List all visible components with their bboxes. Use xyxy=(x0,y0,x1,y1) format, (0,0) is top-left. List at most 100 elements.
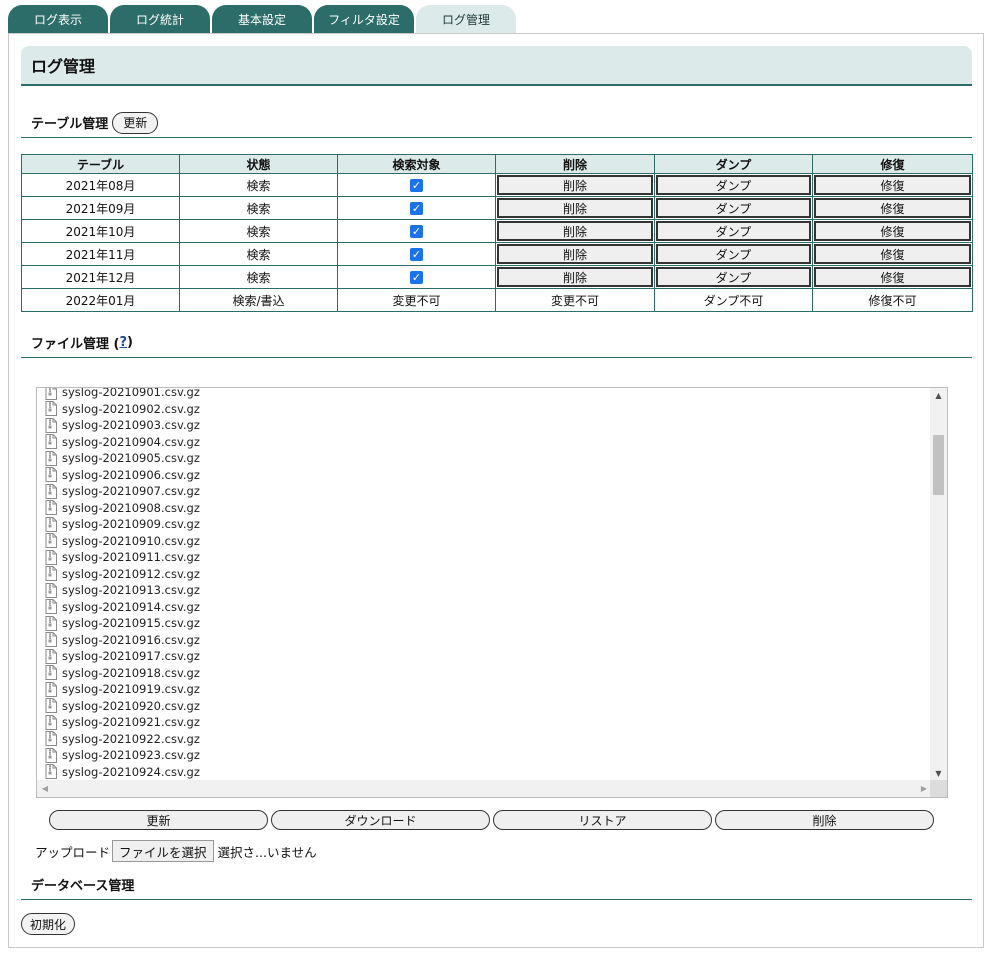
choose-file-button[interactable]: ファイルを選択 xyxy=(112,840,214,862)
file-name: syslog-20210901.csv.gz xyxy=(62,387,200,400)
initialize-button[interactable]: 初期化 xyxy=(21,913,76,935)
search-target-checkbox[interactable]: ✓ xyxy=(410,271,423,284)
file-name: syslog-20210912.csv.gz xyxy=(62,566,200,581)
status-cell: 検索 xyxy=(179,196,338,220)
file-item[interactable]: syslog-20210918.csv.gz xyxy=(37,665,930,682)
file-item[interactable]: syslog-20210909.csv.gz xyxy=(37,516,930,533)
tab-basic-settings[interactable]: 基本設定 xyxy=(212,5,312,33)
file-item[interactable]: syslog-20210913.csv.gz xyxy=(37,582,930,599)
file-management-header: ファイル管理 (?) xyxy=(21,328,972,358)
file-item[interactable]: syslog-20210905.csv.gz xyxy=(37,450,930,467)
column-header-table: テーブル xyxy=(21,154,180,174)
download-button[interactable]: ダウンロード xyxy=(271,810,490,830)
file-item[interactable]: syslog-20210915.csv.gz xyxy=(37,615,930,632)
search-target-checkbox[interactable]: ✓ xyxy=(410,225,423,238)
tab-log-management[interactable]: ログ管理 xyxy=(416,5,516,33)
file-item[interactable]: syslog-20210904.csv.gz xyxy=(37,434,930,451)
file-name: syslog-20210919.csv.gz xyxy=(62,682,200,697)
file-name: syslog-20210903.csv.gz xyxy=(62,418,200,433)
delete-table-button[interactable]: 削除 xyxy=(497,244,653,264)
tab-filter-settings[interactable]: フィルタ設定 xyxy=(314,5,414,33)
dump-table-button[interactable]: ダンプ xyxy=(656,175,811,195)
archive-file-icon xyxy=(45,599,57,615)
file-item[interactable]: syslog-20210922.csv.gz xyxy=(37,731,930,748)
file-item[interactable]: syslog-20210919.csv.gz xyxy=(37,681,930,698)
dump-table-button[interactable]: ダンプ xyxy=(656,198,811,218)
scrollbar-thumb[interactable] xyxy=(933,435,944,495)
vertical-scrollbar[interactable]: ▲ ▼ xyxy=(930,388,947,782)
repair-table-button[interactable]: 修復 xyxy=(814,175,971,195)
table-row: 2021年11月 検索 ✓ 削除 ダンプ 修復 xyxy=(21,242,973,266)
table-refresh-button[interactable]: 更新 xyxy=(112,111,159,134)
database-management-header: データベース管理 xyxy=(21,870,972,900)
help-link[interactable]: ? xyxy=(119,335,127,350)
file-item[interactable]: syslog-20210902.csv.gz xyxy=(37,401,930,418)
file-name: syslog-20210907.csv.gz xyxy=(62,484,200,499)
table-management-header: テーブル管理 更新 xyxy=(21,108,972,138)
horizontal-scrollbar[interactable]: ◀ ▶ xyxy=(37,780,932,797)
dump-table-button[interactable]: ダンプ xyxy=(656,221,811,241)
file-name: syslog-20210910.csv.gz xyxy=(62,533,200,548)
repair-table-button[interactable]: 修復 xyxy=(814,267,971,287)
file-name: syslog-20210915.csv.gz xyxy=(62,616,200,631)
tab-log-stats[interactable]: ログ統計 xyxy=(110,5,210,33)
file-name: syslog-20210924.csv.gz xyxy=(62,764,200,779)
repair-cell: 修復不可 xyxy=(812,288,973,312)
file-item[interactable]: syslog-20210911.csv.gz xyxy=(37,549,930,566)
archive-file-icon xyxy=(45,533,57,549)
delete-table-button[interactable]: 削除 xyxy=(497,198,653,218)
search-target-checkbox[interactable]: ✓ xyxy=(410,248,423,261)
file-item[interactable]: syslog-20210916.csv.gz xyxy=(37,632,930,649)
file-item[interactable]: syslog-20210920.csv.gz xyxy=(37,698,930,715)
file-item[interactable]: syslog-20210903.csv.gz xyxy=(37,417,930,434)
file-item[interactable]: syslog-20210921.csv.gz xyxy=(37,714,930,731)
delete-table-button[interactable]: 削除 xyxy=(497,175,653,195)
scroll-up-icon[interactable]: ▲ xyxy=(930,388,947,404)
delete-table-button[interactable]: 削除 xyxy=(497,221,653,241)
archive-file-icon xyxy=(45,516,57,532)
archive-file-icon xyxy=(45,549,57,565)
scroll-left-icon[interactable]: ◀ xyxy=(37,780,53,797)
file-name: syslog-20210909.csv.gz xyxy=(62,517,200,532)
dump-table-button[interactable]: ダンプ xyxy=(656,244,811,264)
file-name: syslog-20210918.csv.gz xyxy=(62,665,200,680)
archive-file-icon xyxy=(45,434,57,450)
dump-cell: ダンプ不可 xyxy=(654,288,813,312)
repair-table-button[interactable]: 修復 xyxy=(814,198,971,218)
main-panel: ログ管理 テーブル管理 更新 テーブル 状態 検索対象 削除 ダンプ 修復 20… xyxy=(8,33,984,948)
file-management-title: ファイル管理 ( xyxy=(31,337,120,352)
file-management-title-end: ) xyxy=(127,335,133,350)
delete-table-button[interactable]: 削除 xyxy=(497,267,653,287)
archive-file-icon xyxy=(45,731,57,747)
log-table: テーブル 状態 検索対象 削除 ダンプ 修復 2021年08月 検索 ✓ 削除 … xyxy=(21,154,973,312)
file-item[interactable]: syslog-20210910.csv.gz xyxy=(37,533,930,550)
file-item[interactable]: syslog-20210912.csv.gz xyxy=(37,566,930,583)
archive-file-icon xyxy=(45,450,57,466)
file-item[interactable]: syslog-20210914.csv.gz xyxy=(37,599,930,616)
search-target-checkbox[interactable]: ✓ xyxy=(410,179,423,192)
file-name: syslog-20210922.csv.gz xyxy=(62,731,200,746)
file-listbox[interactable]: syslog-20210901.csv.gz syslog-20210902.cs… xyxy=(36,387,948,798)
file-item[interactable]: syslog-20210908.csv.gz xyxy=(37,500,930,517)
dump-table-button[interactable]: ダンプ xyxy=(656,267,811,287)
file-name: syslog-20210906.csv.gz xyxy=(62,467,200,482)
archive-file-icon xyxy=(45,615,57,631)
repair-table-button[interactable]: 修復 xyxy=(814,221,971,241)
file-item[interactable]: syslog-20210924.csv.gz xyxy=(37,764,930,781)
file-item[interactable]: syslog-20210923.csv.gz xyxy=(37,747,930,764)
search-target-cell: ✓ xyxy=(337,265,496,289)
repair-table-button[interactable]: 修復 xyxy=(814,244,971,264)
file-item[interactable]: syslog-20210901.csv.gz xyxy=(37,387,930,401)
search-target-cell: ✓ xyxy=(337,196,496,220)
restore-button[interactable]: リストア xyxy=(493,810,712,830)
file-refresh-button[interactable]: 更新 xyxy=(49,810,268,830)
search-target-checkbox[interactable]: ✓ xyxy=(410,202,423,215)
file-delete-button[interactable]: 削除 xyxy=(715,810,934,830)
file-item[interactable]: syslog-20210906.csv.gz xyxy=(37,467,930,484)
upload-label: アップロード xyxy=(35,844,111,860)
file-name: syslog-20210920.csv.gz xyxy=(62,698,200,713)
tab-log-view[interactable]: ログ表示 xyxy=(8,5,108,33)
file-item[interactable]: syslog-20210907.csv.gz xyxy=(37,483,930,500)
archive-file-icon xyxy=(45,388,57,400)
file-item[interactable]: syslog-20210917.csv.gz xyxy=(37,648,930,665)
